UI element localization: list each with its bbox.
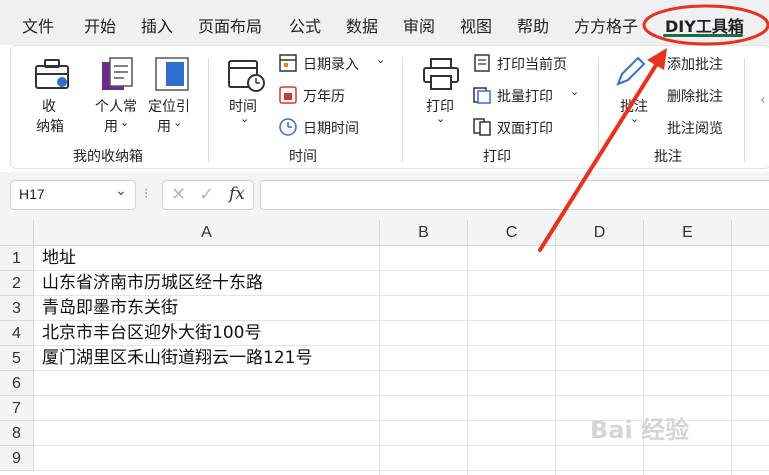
delete-comment-button[interactable]: 删除批注 — [667, 86, 723, 106]
insert-function-icon[interactable]: fx — [229, 184, 245, 204]
group-label-comment: 批注 — [654, 149, 682, 165]
menu-data[interactable]: 数据 — [346, 13, 378, 37]
gridline — [379, 246, 380, 475]
duplex-print-icon — [473, 118, 491, 136]
chevron-down-icon[interactable]: ⌄ — [376, 53, 385, 66]
group-separator — [208, 58, 209, 162]
chevron-down-icon[interactable]: ⌄ — [115, 183, 127, 199]
row-header[interactable]: 2 — [0, 271, 34, 296]
row-header[interactable]: 3 — [0, 296, 34, 321]
locate-label-2[interactable]: 用 — [157, 116, 171, 136]
row-header[interactable]: 1 — [0, 246, 34, 271]
gridline — [34, 395, 769, 396]
select-all-corner[interactable] — [0, 220, 34, 246]
group-label-shoucang: 我的收纳箱 — [73, 149, 143, 165]
gridline — [34, 470, 769, 471]
locate-ref-icon — [155, 57, 189, 91]
column-header[interactable]: A — [34, 220, 380, 246]
group-separator — [402, 58, 403, 162]
cell-a2[interactable]: 山东省济南市历城区经十东路 — [42, 271, 263, 296]
confirm-icon[interactable]: ✓ — [199, 184, 214, 205]
cancel-icon[interactable]: ✕ — [171, 184, 186, 205]
printer-icon — [423, 58, 459, 90]
box-label-2[interactable]: 纳箱 — [36, 116, 64, 136]
menu-file[interactable]: 文件 — [22, 13, 54, 37]
calendar-clock-icon — [228, 60, 265, 92]
toolbox-icon — [35, 59, 69, 89]
menu-bar: 文件 开始 插入 页面布局 公式 数据 审阅 视图 帮助 方方格子 DIY工具箱 — [0, 0, 769, 45]
menu-home[interactable]: 开始 — [84, 13, 116, 37]
gridline — [34, 445, 769, 446]
drag-handle-icon[interactable]: ⁝ — [144, 186, 148, 202]
menu-page-layout[interactable]: 页面布局 — [198, 13, 262, 37]
active-tab-indicator — [663, 34, 743, 37]
chevron-down-icon[interactable]: ⌄ — [436, 112, 445, 125]
personal-label-1[interactable]: 个人常 — [95, 96, 137, 116]
menu-review[interactable]: 审阅 — [403, 13, 435, 37]
formula-input[interactable] — [260, 180, 769, 210]
cell-a5[interactable]: 厦门湖里区禾山街道翔云一路121号 — [42, 346, 312, 371]
duplex-print-button[interactable]: 双面打印 — [497, 118, 553, 138]
menu-insert[interactable]: 插入 — [141, 13, 173, 37]
chevron-down-icon[interactable]: ⌄ — [570, 85, 579, 98]
menu-formulas[interactable]: 公式 — [289, 13, 321, 37]
column-header[interactable]: C — [468, 220, 556, 246]
column-header[interactable]: E — [644, 220, 732, 246]
cell-a4[interactable]: 北京市丰台区迎外大街100号 — [42, 321, 261, 346]
box-label-1[interactable]: 收 — [42, 96, 56, 116]
column-header-partial[interactable] — [732, 220, 769, 246]
group-separator — [598, 58, 599, 162]
gridline — [731, 246, 732, 475]
watermark: Bai 经验 — [590, 416, 690, 444]
group-separator — [744, 58, 745, 162]
print-page-icon — [474, 54, 490, 72]
formula-actions: ✕ ✓ fx — [162, 180, 254, 210]
batch-print-icon — [473, 87, 491, 104]
row-header[interactable]: 9 — [0, 446, 34, 471]
group-label-time: 时间 — [289, 149, 317, 165]
row-header[interactable]: 8 — [0, 421, 34, 446]
name-box[interactable]: H17 ⌄ — [10, 180, 136, 210]
calendar-icon — [279, 86, 297, 104]
group-label-print: 打印 — [483, 149, 511, 165]
calendar-button[interactable]: 万年历 — [303, 86, 345, 106]
row-header[interactable]: 7 — [0, 396, 34, 421]
row-header[interactable]: 6 — [0, 371, 34, 396]
column-header[interactable]: D — [556, 220, 644, 246]
personal-label-2[interactable]: 用 — [104, 116, 118, 136]
print-current-button[interactable]: 打印当前页 — [497, 54, 567, 74]
clock-icon — [279, 118, 297, 136]
datetime-button[interactable]: 日期时间 — [303, 118, 359, 138]
read-comment-button[interactable]: 批注阅览 — [667, 118, 723, 138]
chevron-down-icon[interactable]: ⌄ — [240, 112, 249, 125]
gridline — [467, 246, 468, 475]
menu-fangfang[interactable]: 方方格子 — [574, 13, 638, 37]
cell-reference: H17 — [19, 186, 45, 202]
cell-a1[interactable]: 地址 — [42, 246, 76, 271]
comment-pen-icon — [616, 56, 646, 86]
add-comment-button[interactable]: 添加批注 — [667, 54, 723, 74]
gridline — [555, 246, 556, 475]
personal-icon — [102, 57, 133, 90]
menu-help[interactable]: 帮助 — [517, 13, 549, 37]
cell-a3[interactable]: 青岛即墨市东关街 — [42, 296, 178, 321]
batch-print-button[interactable]: 批量打印 — [497, 86, 553, 106]
chevron-down-icon[interactable]: ⌄ — [120, 116, 129, 129]
column-header[interactable]: B — [380, 220, 468, 246]
chevron-down-icon[interactable]: ⌄ — [630, 112, 639, 125]
date-entry-button[interactable]: 日期录入 — [303, 54, 359, 74]
chevron-down-icon[interactable]: ⌄ — [173, 116, 182, 129]
more-icon[interactable]: ‹ — [760, 92, 766, 108]
row-header[interactable]: 5 — [0, 346, 34, 371]
row-header[interactable]: 4 — [0, 321, 34, 346]
menu-view[interactable]: 视图 — [460, 13, 492, 37]
locate-label-1[interactable]: 定位引 — [148, 96, 190, 116]
date-entry-icon — [279, 54, 297, 72]
